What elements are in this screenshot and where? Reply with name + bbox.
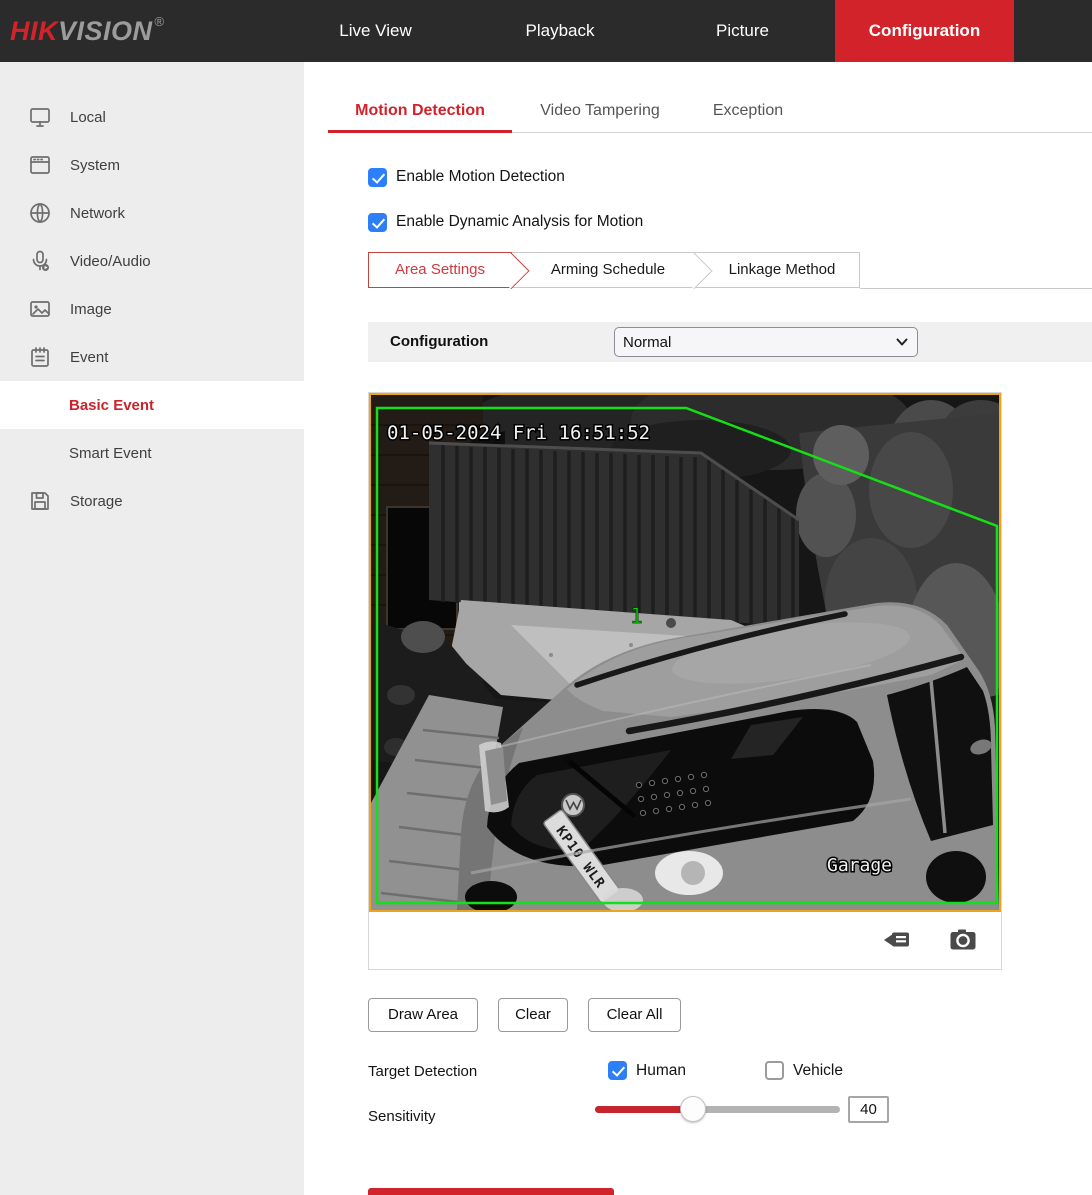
globe-icon xyxy=(28,201,52,225)
configuration-label: Configuration xyxy=(390,322,488,362)
monitor-icon xyxy=(28,105,52,129)
active-tab-underline xyxy=(328,130,512,133)
floppy-disk-icon xyxy=(28,489,52,513)
enable-motion-detection-checkbox[interactable] xyxy=(368,168,387,187)
nav-configuration[interactable]: Configuration xyxy=(835,0,1014,62)
target-vehicle-option: Vehicle xyxy=(765,1061,843,1080)
vehicle-label: Vehicle xyxy=(793,1062,843,1080)
window-icon xyxy=(28,153,52,177)
sidebar: Local System Network Video/Audio Image xyxy=(0,62,304,1195)
nav-live-view[interactable]: Live View xyxy=(318,0,433,62)
svg-text:1: 1 xyxy=(630,604,643,628)
human-label: Human xyxy=(636,1062,686,1080)
vehicle-checkbox[interactable] xyxy=(765,1061,784,1080)
sidebar-item-network[interactable]: Network xyxy=(0,189,304,237)
enable-dynamic-analysis-row: Enable Dynamic Analysis for Motion xyxy=(368,211,643,233)
hikvision-logo: HIKVISION® xyxy=(10,0,165,62)
sensitivity-thumb[interactable] xyxy=(680,1096,706,1122)
nav-playback[interactable]: Playback xyxy=(500,0,620,62)
configuration-row: Configuration Normal xyxy=(368,322,1092,362)
top-bar: HIKVISION® Live View Playback Picture Co… xyxy=(0,0,1092,62)
human-checkbox[interactable] xyxy=(608,1061,627,1080)
image-icon xyxy=(28,297,52,321)
sidebar-item-label: Video/Audio xyxy=(70,253,151,270)
camera-preview-panel: KP10 WLR 1 01-05-2024 Fri 16:51:52 Garag… xyxy=(368,392,1002,970)
save-button-partial[interactable] xyxy=(368,1188,614,1195)
motion-area-canvas[interactable]: KP10 WLR 1 01-05-2024 Fri 16:51:52 Garag… xyxy=(369,393,1001,912)
sidebar-item-label: Smart Event xyxy=(69,445,152,462)
clear-button[interactable]: Clear xyxy=(498,998,568,1032)
subtab-bar-filler xyxy=(860,252,1092,289)
configuration-select[interactable]: Normal xyxy=(614,327,918,357)
sidebar-item-storage[interactable]: Storage xyxy=(0,477,304,525)
area-subtab-bar: Area Settings Arming Schedule Linkage Me… xyxy=(368,252,1092,289)
svg-text:01-05-2024 Fri 16:51:52: 01-05-2024 Fri 16:51:52 xyxy=(387,422,650,444)
target-human-option: Human xyxy=(608,1061,686,1080)
enable-motion-detection-label: Enable Motion Detection xyxy=(396,168,565,186)
tab-video-tampering[interactable]: Video Tampering xyxy=(512,94,688,128)
sensitivity-value-input[interactable] xyxy=(848,1096,889,1123)
configuration-select-wrap: Normal xyxy=(614,327,918,357)
sidebar-item-label: Event xyxy=(70,349,108,366)
subtab-linkage-method[interactable]: Linkage Method xyxy=(695,252,860,288)
sidebar-item-smart-event[interactable]: Smart Event xyxy=(0,429,304,477)
svg-text:Garage: Garage xyxy=(827,855,892,876)
logo-registered-mark: ® xyxy=(155,14,165,29)
sensitivity-fill xyxy=(595,1106,693,1113)
capture-photo-icon[interactable] xyxy=(949,929,977,951)
sidebar-item-image[interactable]: Image xyxy=(0,285,304,333)
microphone-icon xyxy=(28,249,52,273)
sensitivity-label: Sensitivity xyxy=(368,1108,436,1125)
sidebar-item-label: Storage xyxy=(70,493,123,510)
tab-exception[interactable]: Exception xyxy=(688,94,808,128)
target-detection-label: Target Detection xyxy=(368,1063,477,1080)
logo-vision: VISION xyxy=(58,16,153,47)
sidebar-item-local[interactable]: Local xyxy=(0,93,304,141)
sidebar-item-basic-event[interactable]: Basic Event xyxy=(0,381,304,429)
enable-dynamic-analysis-label: Enable Dynamic Analysis for Motion xyxy=(396,213,643,231)
event-notepad-icon xyxy=(28,345,52,369)
subtab-arming-schedule[interactable]: Arming Schedule xyxy=(512,252,695,288)
preview-toolbar xyxy=(369,912,1001,969)
logo-hik: HIK xyxy=(10,16,58,47)
sensitivity-slider[interactable] xyxy=(595,1106,840,1113)
sidebar-item-label: Local xyxy=(70,109,106,126)
sidebar-item-video-audio[interactable]: Video/Audio xyxy=(0,237,304,285)
enable-motion-detection-row: Enable Motion Detection xyxy=(368,166,565,188)
sidebar-item-event[interactable]: Event xyxy=(0,333,304,381)
cctv-scene: KP10 WLR 1 01-05-2024 Fri 16:51:52 Garag… xyxy=(371,395,999,910)
tab-divider-line xyxy=(512,132,1092,133)
sidebar-item-system[interactable]: System xyxy=(0,141,304,189)
enable-dynamic-analysis-checkbox[interactable] xyxy=(368,213,387,232)
nav-picture[interactable]: Picture xyxy=(690,0,795,62)
tab-motion-detection[interactable]: Motion Detection xyxy=(328,94,512,128)
sidebar-item-label: Basic Event xyxy=(69,397,154,414)
clear-all-button[interactable]: Clear All xyxy=(588,998,681,1032)
sidebar-item-label: System xyxy=(70,157,120,174)
draw-area-button[interactable]: Draw Area xyxy=(368,998,478,1032)
record-video-icon[interactable] xyxy=(883,929,911,951)
sidebar-item-label: Image xyxy=(70,301,112,318)
subtab-area-settings[interactable]: Area Settings xyxy=(368,252,512,288)
hikvision-configuration-page: HIKVISION® Live View Playback Picture Co… xyxy=(0,0,1092,1195)
sidebar-item-label: Network xyxy=(70,205,125,222)
